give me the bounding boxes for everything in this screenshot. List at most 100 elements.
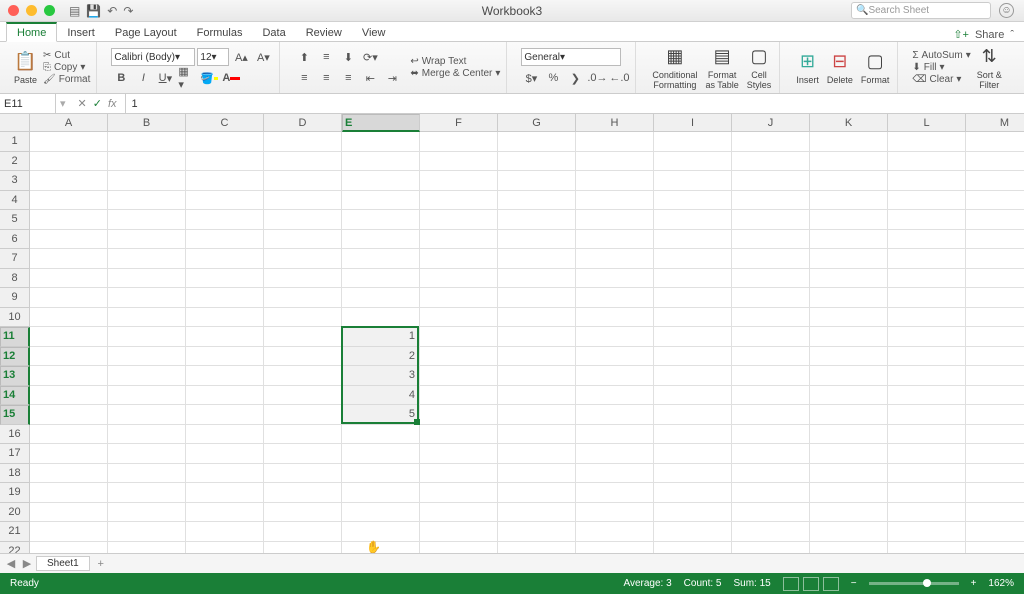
cell-D17[interactable] <box>264 444 342 464</box>
fill-color-button[interactable]: 🪣 <box>199 69 219 87</box>
cell-L5[interactable] <box>888 210 966 230</box>
cell-F15[interactable] <box>420 405 498 425</box>
cell-K1[interactable] <box>810 132 888 152</box>
row-header-20[interactable]: 20 <box>0 503 30 523</box>
row-header-5[interactable]: 5 <box>0 210 30 230</box>
cell-C16[interactable] <box>186 425 264 445</box>
cell-K21[interactable] <box>810 522 888 542</box>
cell-G20[interactable] <box>498 503 576 523</box>
cell-D6[interactable] <box>264 230 342 250</box>
column-header-H[interactable]: H <box>576 114 654 132</box>
cell-H22[interactable] <box>576 542 654 554</box>
cell-D18[interactable] <box>264 464 342 484</box>
cell-E4[interactable] <box>342 191 420 211</box>
decrease-decimal-icon[interactable]: ←.0 <box>609 69 629 87</box>
cell-B7[interactable] <box>108 249 186 269</box>
cell-F21[interactable] <box>420 522 498 542</box>
cell-B8[interactable] <box>108 269 186 289</box>
cell-J16[interactable] <box>732 425 810 445</box>
cell-H19[interactable] <box>576 483 654 503</box>
cell-K12[interactable] <box>810 347 888 367</box>
cell-J7[interactable] <box>732 249 810 269</box>
normal-view-icon[interactable] <box>783 577 799 591</box>
cell-E1[interactable] <box>342 132 420 152</box>
cell-B18[interactable] <box>108 464 186 484</box>
cell-E2[interactable] <box>342 152 420 172</box>
cell-M9[interactable] <box>966 288 1024 308</box>
cell-I10[interactable] <box>654 308 732 328</box>
cell-L22[interactable] <box>888 542 966 554</box>
row-header-7[interactable]: 7 <box>0 249 30 269</box>
cell-C17[interactable] <box>186 444 264 464</box>
cell-A16[interactable] <box>30 425 108 445</box>
cell-C19[interactable] <box>186 483 264 503</box>
cell-B21[interactable] <box>108 522 186 542</box>
cell-K7[interactable] <box>810 249 888 269</box>
cell-J14[interactable] <box>732 386 810 406</box>
cell-D3[interactable] <box>264 171 342 191</box>
cell-I13[interactable] <box>654 366 732 386</box>
cell-G7[interactable] <box>498 249 576 269</box>
cell-styles-button[interactable]: ▢Cell Styles <box>745 46 774 90</box>
cell-C7[interactable] <box>186 249 264 269</box>
align-bottom-icon[interactable]: ⬇ <box>338 48 358 66</box>
search-input[interactable]: 🔍 Search Sheet <box>851 2 991 19</box>
cell-H1[interactable] <box>576 132 654 152</box>
cell-H8[interactable] <box>576 269 654 289</box>
help-icon[interactable]: ☺ <box>999 3 1014 18</box>
cell-G16[interactable] <box>498 425 576 445</box>
cell-H14[interactable] <box>576 386 654 406</box>
row-header-9[interactable]: 9 <box>0 288 30 308</box>
cell-H12[interactable] <box>576 347 654 367</box>
cell-D1[interactable] <box>264 132 342 152</box>
cell-B15[interactable] <box>108 405 186 425</box>
cell-E22[interactable] <box>342 542 420 554</box>
cell-C2[interactable] <box>186 152 264 172</box>
cell-H21[interactable] <box>576 522 654 542</box>
cell-E20[interactable] <box>342 503 420 523</box>
cell-A21[interactable] <box>30 522 108 542</box>
cell-H6[interactable] <box>576 230 654 250</box>
cell-M5[interactable] <box>966 210 1024 230</box>
cell-L21[interactable] <box>888 522 966 542</box>
align-middle-icon[interactable]: ≡ <box>316 48 336 66</box>
cell-C21[interactable] <box>186 522 264 542</box>
cell-G4[interactable] <box>498 191 576 211</box>
italic-button[interactable]: I <box>133 69 153 87</box>
cell-J8[interactable] <box>732 269 810 289</box>
row-header-2[interactable]: 2 <box>0 152 30 172</box>
page-break-view-icon[interactable] <box>823 577 839 591</box>
cell-K8[interactable] <box>810 269 888 289</box>
cell-I18[interactable] <box>654 464 732 484</box>
cell-D22[interactable] <box>264 542 342 554</box>
align-top-icon[interactable]: ⬆ <box>294 48 314 66</box>
cell-L1[interactable] <box>888 132 966 152</box>
cell-A3[interactable] <box>30 171 108 191</box>
cell-L4[interactable] <box>888 191 966 211</box>
cell-E11[interactable]: 1 <box>342 327 420 347</box>
cell-A13[interactable] <box>30 366 108 386</box>
cell-K19[interactable] <box>810 483 888 503</box>
cell-A11[interactable] <box>30 327 108 347</box>
cell-I20[interactable] <box>654 503 732 523</box>
cell-K22[interactable] <box>810 542 888 554</box>
cell-J1[interactable] <box>732 132 810 152</box>
cell-E14[interactable]: 4 <box>342 386 420 406</box>
row-header-8[interactable]: 8 <box>0 269 30 289</box>
cell-M8[interactable] <box>966 269 1024 289</box>
cell-G19[interactable] <box>498 483 576 503</box>
cell-A17[interactable] <box>30 444 108 464</box>
cell-G9[interactable] <box>498 288 576 308</box>
cell-H7[interactable] <box>576 249 654 269</box>
cell-A6[interactable] <box>30 230 108 250</box>
cell-I5[interactable] <box>654 210 732 230</box>
cell-F22[interactable] <box>420 542 498 554</box>
cell-D11[interactable] <box>264 327 342 347</box>
cell-J15[interactable] <box>732 405 810 425</box>
paste-button[interactable]: 📋 Paste <box>12 51 39 85</box>
close-icon[interactable] <box>8 5 19 16</box>
cell-H18[interactable] <box>576 464 654 484</box>
cell-C8[interactable] <box>186 269 264 289</box>
cell-A20[interactable] <box>30 503 108 523</box>
cell-E18[interactable] <box>342 464 420 484</box>
